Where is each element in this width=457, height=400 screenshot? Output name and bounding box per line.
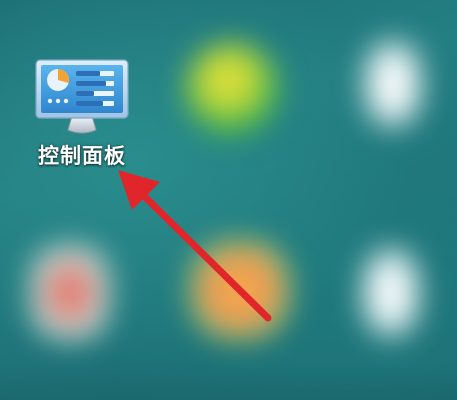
control-panel-icon (35, 59, 129, 134)
blurred-app-icon[interactable] (362, 38, 424, 130)
desktop-icon-label: 控制面板 (38, 144, 126, 168)
blurred-app-icon[interactable] (185, 42, 280, 137)
blurred-app-icon[interactable] (360, 245, 422, 340)
desktop: 控制面板 (0, 0, 457, 400)
blurred-app-icon[interactable] (30, 245, 110, 340)
blurred-app-icon[interactable] (190, 240, 290, 340)
desktop-icon-control-panel[interactable]: 控制面板 (22, 52, 142, 182)
desktop-shading (0, 362, 457, 400)
